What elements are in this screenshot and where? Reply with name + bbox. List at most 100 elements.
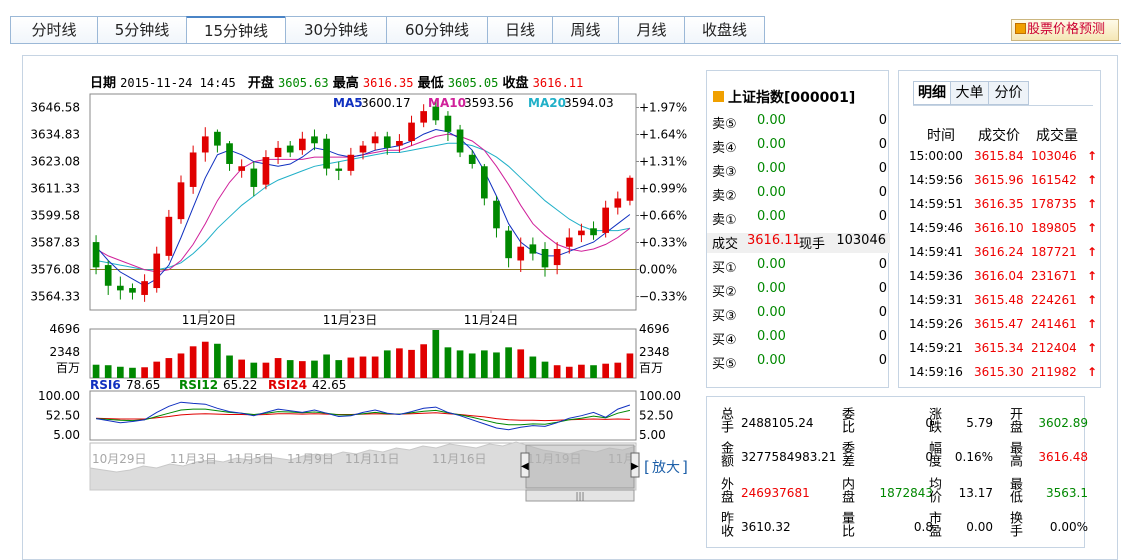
pct-tick-label: +1.31% [639,154,687,168]
tab-15min[interactable]: 15分钟线 [186,16,285,44]
stat-value: 0.00% [1049,520,1088,534]
volume-bar [493,352,500,378]
sell-row: 卖④ 0.00 0 [712,137,887,157]
up-arrow-icon: ↑ [1087,149,1098,163]
stat-value: 3277584983.21 [741,450,837,464]
detail-volume: 178735 [1031,197,1077,211]
order-volume: 0 [878,329,887,344]
rsi-tick-label: 5.00 [53,428,80,442]
kline-chart[interactable]: 3646.58 +1.97% 3634.83 +1.64% 3623.08 +1.31% 3… [0,90,700,550]
predict-label: 股票价格预测 [1027,22,1106,37]
buy-row: 买① 0.00 0 [712,257,887,277]
tab-detail[interactable]: 明细 [913,81,951,105]
tab-intraday[interactable]: 分时线 [10,16,97,44]
up-arrow-icon: ↑ [1087,293,1098,307]
stock-icon [713,91,724,102]
tab-30min[interactable]: 30分钟线 [285,16,386,44]
open-label: 开盘 [247,76,274,91]
up-arrow-icon: ↑ [1087,317,1098,331]
rsi-legend-value: 65.22 [223,378,257,392]
detail-volume: 224261 [1031,293,1077,307]
buy-row: 买⑤ 0.00 0 [712,353,887,373]
sell-row: 卖⑤ 0.00 0 [712,113,887,133]
stat-value: 0.16% [954,450,993,464]
volume-bar [274,358,282,378]
vol-tick-label: 4696 [639,322,670,336]
candle-body [420,111,428,123]
price-tick-label: 3576.08 [30,262,80,276]
stat-label: 均价 [926,477,941,503]
volume-bar [517,349,525,378]
date-label: 11月24日 [464,313,519,327]
tab-monthly[interactable]: 月线 [618,16,684,44]
tab-large-orders[interactable]: 大单 [951,81,989,105]
order-volume: 0 [878,113,887,128]
tab-price-split[interactable]: 分价 [989,81,1029,105]
detail-time: 14:59:41 [909,245,963,259]
volume-bar [565,366,573,378]
candle-body [274,147,282,158]
candle-body [286,145,294,153]
candle-body [153,253,161,289]
up-arrow-icon: ↑ [1087,221,1098,235]
tab-underline [10,43,1121,44]
header-time: 时间 [927,128,955,144]
order-price: 0.00 [757,209,786,224]
open-value: 3605.63 [278,76,329,90]
volume-bar [359,356,367,378]
trade-label2: 现手 [799,237,826,252]
volume-bar [408,349,415,378]
detail-volume: 161542 [1031,173,1077,187]
tab-close-line[interactable]: 收盘线 [684,16,765,44]
low-label: 最低 [417,76,444,91]
volume-bar [298,361,306,378]
volume-bar [553,365,561,378]
volume-bar [602,363,610,378]
volume-bar [250,362,258,378]
ma-legend-name: MA20 [528,96,566,110]
high-label: 最高 [332,76,359,91]
zoom-bracket: ] [682,458,688,476]
detail-row: 14:59:46 3616.10 189805 ↑ [909,221,1097,241]
order-level: 卖④ [712,141,737,156]
trade-detail: 明细 大单 分价 时间 成交价 成交量 15:00:00 3615.84 10304… [898,70,1101,388]
volume-bar [541,361,549,378]
volume-bar [335,360,343,378]
detail-time: 14:59:51 [909,197,963,211]
order-book: 上证指数[000001] 卖⑤ 0.00 0 卖④ 0.00 0 卖③ 0.00 0 卖② 0.00… [706,70,890,388]
order-price: 0.00 [757,113,786,128]
stock-name: 上证指数[000001] [728,90,856,106]
volume-bar [311,360,318,378]
buy-row: 买④ 0.00 0 [712,329,887,349]
candle-body [383,136,391,148]
date-label: 11月20日 [182,313,237,327]
volume-bar [214,343,221,378]
tab-weekly[interactable]: 周线 [552,16,618,44]
price-tick-label: 3587.83 [30,235,80,249]
candle-body [456,129,464,153]
tab-5min[interactable]: 5分钟线 [97,16,186,44]
stat-label: 市盈 [926,511,941,537]
order-volume: 0 [878,281,887,296]
detail-time: 14:59:21 [909,341,963,355]
order-price: 0.00 [757,305,786,320]
tab-60min[interactable]: 60分钟线 [386,16,487,44]
rsi-legend-name: RSI6 [90,378,121,392]
volume-bar [286,360,294,378]
tab-daily[interactable]: 日线 [487,16,552,44]
detail-row: 14:59:56 3615.96 161542 ↑ [909,173,1097,193]
rsi-tick-label: 5.00 [639,428,666,442]
pct-tick-label: 0.00% [639,262,677,276]
pct-tick-label: +1.97% [639,100,687,114]
price-tick-label: 3634.83 [30,127,80,141]
candle-body [565,237,573,247]
rsi-tick-label: 100.00 [38,389,80,403]
quote-stats: 总手 2488105.24 金额 3277584983.21 外盘 246937681 昨收… [706,396,1088,548]
close-value: 3616.11 [532,76,584,90]
price-predict-button[interactable]: 股票价格预测 [1011,19,1119,41]
candle-body [602,207,610,233]
navigator-date: 11月3日 [170,452,217,466]
header-price: 成交价 [978,128,1020,144]
volume-bar [505,347,512,378]
order-level: 买① [712,261,737,276]
